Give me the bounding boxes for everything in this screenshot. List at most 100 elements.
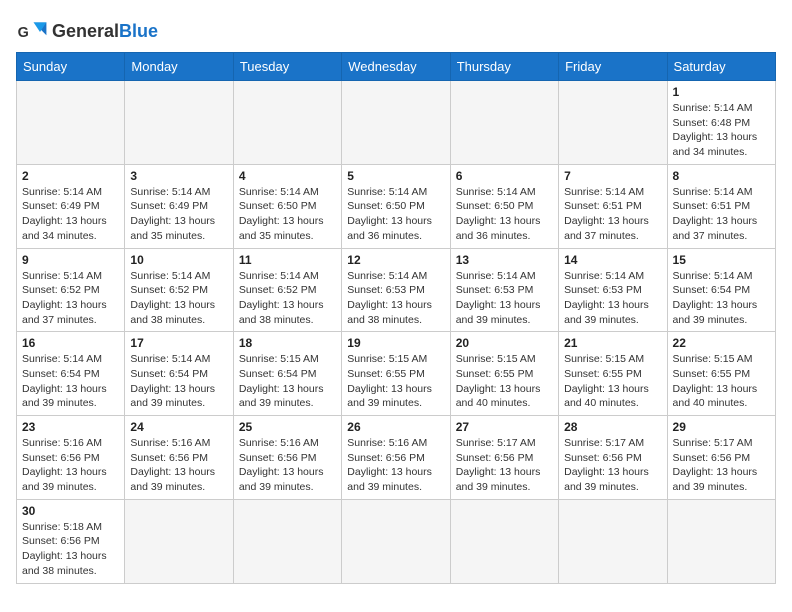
week-row-6: 30 Sunrise: 5:18 AM Sunset: 6:56 PM Dayli… [17,499,776,583]
day-number: 15 [673,253,770,267]
calendar-cell-6-3 [233,499,341,583]
calendar-cell-6-2 [125,499,233,583]
day-number: 20 [456,336,553,350]
day-info: Sunrise: 5:15 AM Sunset: 6:54 PM Dayligh… [239,352,336,411]
day-info: Sunrise: 5:14 AM Sunset: 6:52 PM Dayligh… [239,269,336,328]
day-number: 21 [564,336,661,350]
day-number: 30 [22,504,119,518]
calendar-cell-1-6 [559,81,667,165]
calendar-cell-3-1: 9 Sunrise: 5:14 AM Sunset: 6:52 PM Daylig… [17,248,125,332]
day-number: 26 [347,420,444,434]
calendar-cell-3-7: 15 Sunrise: 5:14 AM Sunset: 6:54 PM Dayli… [667,248,775,332]
calendar-cell-4-5: 20 Sunrise: 5:15 AM Sunset: 6:55 PM Dayli… [450,332,558,416]
weekday-header-tuesday: Tuesday [233,53,341,81]
calendar-cell-6-4 [342,499,450,583]
day-info: Sunrise: 5:16 AM Sunset: 6:56 PM Dayligh… [130,436,227,495]
day-info: Sunrise: 5:14 AM Sunset: 6:54 PM Dayligh… [673,269,770,328]
weekday-header-wednesday: Wednesday [342,53,450,81]
day-info: Sunrise: 5:18 AM Sunset: 6:56 PM Dayligh… [22,520,119,579]
weekday-header-sunday: Sunday [17,53,125,81]
weekday-header-monday: Monday [125,53,233,81]
weekday-header-saturday: Saturday [667,53,775,81]
day-number: 25 [239,420,336,434]
calendar-cell-4-4: 19Sunrise: 5:15 AM Sunset: 6:55 PM Dayli… [342,332,450,416]
calendar-cell-3-6: 14 Sunrise: 5:14 AM Sunset: 6:53 PM Dayli… [559,248,667,332]
day-info: Sunrise: 5:17 AM Sunset: 6:56 PM Dayligh… [564,436,661,495]
calendar-cell-3-3: 11 Sunrise: 5:14 AM Sunset: 6:52 PM Dayli… [233,248,341,332]
day-info: Sunrise: 5:17 AM Sunset: 6:56 PM Dayligh… [456,436,553,495]
day-info: Sunrise: 5:14 AM Sunset: 6:49 PM Dayligh… [130,185,227,244]
calendar-cell-1-5 [450,81,558,165]
page-header: G GeneralBlue [16,16,776,48]
calendar-cell-5-3: 25Sunrise: 5:16 AM Sunset: 6:56 PM Dayli… [233,416,341,500]
calendar-cell-2-6: 7 Sunrise: 5:14 AM Sunset: 6:51 PM Daylig… [559,164,667,248]
day-number: 7 [564,169,661,183]
calendar-cell-2-3: 4 Sunrise: 5:14 AM Sunset: 6:50 PM Daylig… [233,164,341,248]
logo-text: GeneralBlue [52,22,158,42]
calendar-cell-1-2 [125,81,233,165]
calendar-cell-2-4: 5Sunrise: 5:14 AM Sunset: 6:50 PM Daylig… [342,164,450,248]
day-number: 29 [673,420,770,434]
weekday-header-thursday: Thursday [450,53,558,81]
calendar-cell-1-7: 1 Sunrise: 5:14 AM Sunset: 6:48 PM Daylig… [667,81,775,165]
day-number: 22 [673,336,770,350]
day-number: 23 [22,420,119,434]
day-number: 14 [564,253,661,267]
svg-text:G: G [18,25,29,41]
calendar-cell-3-5: 13Sunrise: 5:14 AM Sunset: 6:53 PM Dayli… [450,248,558,332]
day-number: 9 [22,253,119,267]
day-info: Sunrise: 5:14 AM Sunset: 6:53 PM Dayligh… [347,269,444,328]
day-number: 18 [239,336,336,350]
day-number: 27 [456,420,553,434]
day-info: Sunrise: 5:14 AM Sunset: 6:50 PM Dayligh… [456,185,553,244]
day-number: 4 [239,169,336,183]
calendar-cell-5-7: 29Sunrise: 5:17 AM Sunset: 6:56 PM Dayli… [667,416,775,500]
weekday-header-friday: Friday [559,53,667,81]
calendar-cell-5-2: 24Sunrise: 5:16 AM Sunset: 6:56 PM Dayli… [125,416,233,500]
week-row-5: 23 Sunrise: 5:16 AM Sunset: 6:56 PM Dayli… [17,416,776,500]
day-info: Sunrise: 5:16 AM Sunset: 6:56 PM Dayligh… [22,436,119,495]
day-info: Sunrise: 5:14 AM Sunset: 6:49 PM Dayligh… [22,185,119,244]
day-info: Sunrise: 5:14 AM Sunset: 6:52 PM Dayligh… [22,269,119,328]
calendar-cell-5-4: 26 Sunrise: 5:16 AM Sunset: 6:56 PM Dayli… [342,416,450,500]
day-number: 2 [22,169,119,183]
calendar-cell-6-5 [450,499,558,583]
calendar-cell-1-1 [17,81,125,165]
calendar-cell-5-6: 28 Sunrise: 5:17 AM Sunset: 6:56 PM Dayli… [559,416,667,500]
day-number: 16 [22,336,119,350]
calendar-cell-4-6: 21Sunrise: 5:15 AM Sunset: 6:55 PM Dayli… [559,332,667,416]
calendar-cell-2-5: 6 Sunrise: 5:14 AM Sunset: 6:50 PM Daylig… [450,164,558,248]
calendar-cell-4-2: 17 Sunrise: 5:14 AM Sunset: 6:54 PM Dayli… [125,332,233,416]
day-info: Sunrise: 5:14 AM Sunset: 6:54 PM Dayligh… [130,352,227,411]
week-row-1: 1 Sunrise: 5:14 AM Sunset: 6:48 PM Daylig… [17,81,776,165]
calendar-cell-4-7: 22Sunrise: 5:15 AM Sunset: 6:55 PM Dayli… [667,332,775,416]
day-info: Sunrise: 5:14 AM Sunset: 6:48 PM Dayligh… [673,101,770,160]
calendar-cell-1-3 [233,81,341,165]
calendar-cell-3-4: 12Sunrise: 5:14 AM Sunset: 6:53 PM Dayli… [342,248,450,332]
day-number: 8 [673,169,770,183]
day-number: 1 [673,85,770,99]
day-number: 17 [130,336,227,350]
day-info: Sunrise: 5:15 AM Sunset: 6:55 PM Dayligh… [456,352,553,411]
day-info: Sunrise: 5:14 AM Sunset: 6:51 PM Dayligh… [564,185,661,244]
day-number: 6 [456,169,553,183]
calendar-cell-5-1: 23 Sunrise: 5:16 AM Sunset: 6:56 PM Dayli… [17,416,125,500]
logo-icon: G [16,16,48,48]
day-number: 11 [239,253,336,267]
calendar-cell-4-1: 16Sunrise: 5:14 AM Sunset: 6:54 PM Dayli… [17,332,125,416]
weekday-header-row: SundayMondayTuesdayWednesdayThursdayFrid… [17,53,776,81]
week-row-3: 9 Sunrise: 5:14 AM Sunset: 6:52 PM Daylig… [17,248,776,332]
day-info: Sunrise: 5:14 AM Sunset: 6:53 PM Dayligh… [564,269,661,328]
day-number: 13 [456,253,553,267]
day-number: 28 [564,420,661,434]
calendar-table: SundayMondayTuesdayWednesdayThursdayFrid… [16,52,776,584]
calendar-cell-5-5: 27 Sunrise: 5:17 AM Sunset: 6:56 PM Dayli… [450,416,558,500]
day-info: Sunrise: 5:16 AM Sunset: 6:56 PM Dayligh… [347,436,444,495]
day-number: 19 [347,336,444,350]
calendar-cell-4-3: 18 Sunrise: 5:15 AM Sunset: 6:54 PM Dayli… [233,332,341,416]
calendar-cell-2-1: 2 Sunrise: 5:14 AM Sunset: 6:49 PM Daylig… [17,164,125,248]
day-number: 5 [347,169,444,183]
calendar-cell-2-2: 3Sunrise: 5:14 AM Sunset: 6:49 PM Daylig… [125,164,233,248]
day-info: Sunrise: 5:14 AM Sunset: 6:50 PM Dayligh… [239,185,336,244]
logo: G GeneralBlue [16,16,158,48]
